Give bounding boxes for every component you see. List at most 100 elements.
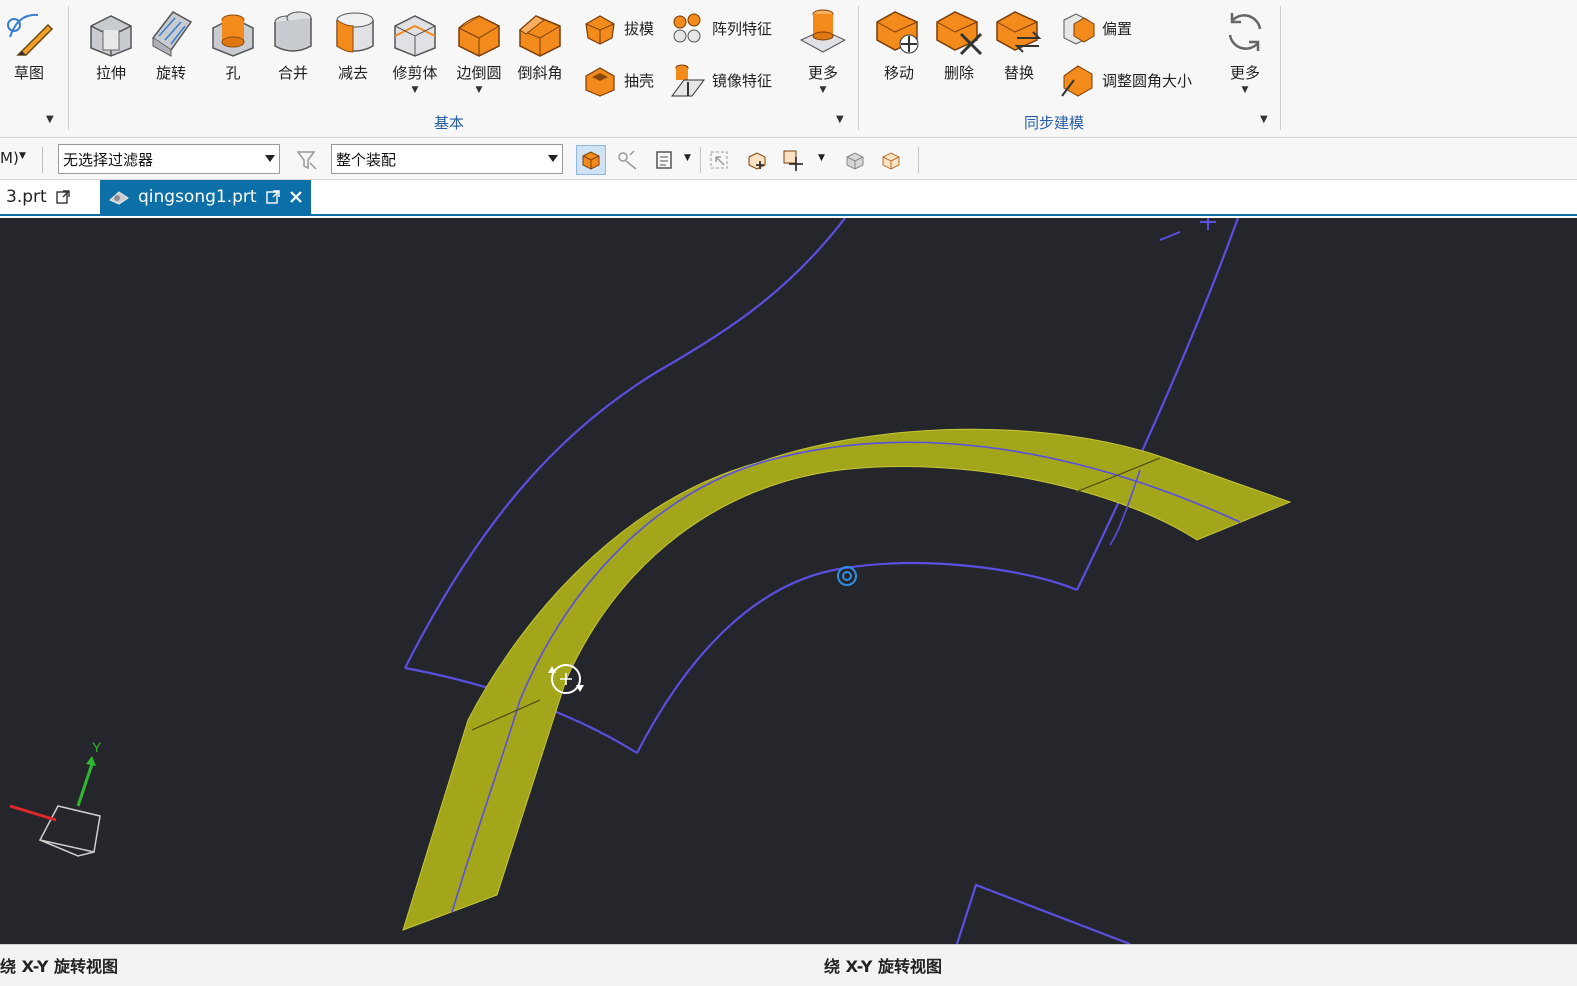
show-body-button[interactable] bbox=[840, 145, 870, 175]
close-icon[interactable] bbox=[289, 190, 303, 204]
divider bbox=[68, 6, 69, 130]
resize-blend-button[interactable]: 调整圆角大小 bbox=[1058, 60, 1192, 100]
subtract-button[interactable]: 减去 bbox=[326, 4, 380, 83]
unite-button[interactable]: 合并 bbox=[266, 4, 320, 83]
revolve-button[interactable]: 旋转 bbox=[144, 4, 198, 83]
status-bar: 绕 X-Y 旋转视图 绕 X-Y 旋转视图 bbox=[0, 944, 1577, 986]
unite-label: 合并 bbox=[277, 64, 308, 82]
offset-region-icon bbox=[1058, 8, 1098, 48]
filter-reset-button[interactable] bbox=[292, 145, 322, 175]
selection-bar: M) ▼ 无选择过滤器 整个装配 ▼ ▼ bbox=[0, 139, 1577, 180]
graphics-window[interactable]: Y bbox=[0, 218, 1577, 944]
hole-label: 孔 bbox=[225, 64, 241, 82]
draft-button[interactable]: 拔模 bbox=[580, 8, 654, 48]
divider bbox=[42, 147, 43, 173]
chevron-down-icon[interactable]: ▼ bbox=[412, 85, 419, 95]
chevron-down-icon bbox=[265, 155, 275, 162]
swept-surface[interactable] bbox=[402, 428, 1292, 931]
more-features-icon bbox=[796, 4, 850, 60]
delete-face-button[interactable]: 删除 bbox=[932, 4, 986, 83]
hide-body-button[interactable] bbox=[876, 145, 906, 175]
pattern-feature-icon bbox=[668, 8, 708, 48]
select-all-button[interactable] bbox=[704, 145, 734, 175]
tab-label: 3.prt bbox=[6, 187, 47, 207]
pattern-feature-label: 阵列特征 bbox=[712, 19, 773, 38]
point-marker[interactable] bbox=[837, 566, 857, 586]
bottom-partial-curve bbox=[955, 883, 1131, 944]
chevron-down-icon[interactable]: ▼ bbox=[19, 151, 26, 161]
add-component-icon bbox=[748, 152, 766, 170]
more-basic-button[interactable]: 更多 ▼ bbox=[796, 4, 850, 95]
draft-icon bbox=[580, 8, 620, 48]
nx-window: 草图 ▼ 拉伸 旋转 孔 合并 减去 修剪体 ▼ 边倒圆 ▼ 倒斜角 拔模 抽壳… bbox=[0, 0, 1577, 986]
tab-qingsong1-prt[interactable]: qingsong1.prt bbox=[100, 180, 311, 214]
mirror-feature-button[interactable]: 镜像特征 bbox=[668, 60, 772, 100]
revolve-icon bbox=[144, 4, 198, 60]
scope-value: 整个装配 bbox=[336, 151, 397, 169]
select-feature-button[interactable] bbox=[612, 145, 642, 175]
shell-button[interactable]: 抽壳 bbox=[580, 60, 654, 100]
tab-3-prt[interactable]: 3.prt bbox=[0, 180, 77, 214]
basic-group-label: 基本 bbox=[434, 114, 465, 132]
chevron-down-icon[interactable]: ▼ bbox=[820, 85, 827, 95]
more-sync-button[interactable]: 更多 ▼ bbox=[1218, 4, 1272, 95]
status-message: 绕 X-Y 旋转视图 bbox=[824, 957, 943, 976]
sketch-label: 草图 bbox=[13, 64, 44, 82]
sketch-group-more-icon[interactable]: ▼ bbox=[46, 114, 54, 125]
chevron-down-icon[interactable]: ▼ bbox=[684, 153, 691, 163]
tab-label: qingsong1.prt bbox=[138, 187, 257, 207]
unite-icon bbox=[266, 4, 320, 60]
resize-blend-icon bbox=[1058, 60, 1098, 100]
move-face-button[interactable]: 移动 bbox=[872, 4, 926, 83]
body-icon bbox=[846, 152, 864, 170]
add-component-button[interactable] bbox=[742, 145, 772, 175]
offset-region-button[interactable]: 偏置 bbox=[1058, 8, 1132, 48]
scope-dropdown[interactable]: 整个装配 bbox=[331, 144, 563, 174]
select-body-toggle[interactable] bbox=[576, 145, 606, 175]
extrude-label: 拉伸 bbox=[95, 64, 126, 82]
wire-body-icon bbox=[882, 152, 900, 170]
extrude-button[interactable]: 拉伸 bbox=[84, 4, 138, 83]
edge-blend-label: 边倒圆 bbox=[456, 64, 502, 82]
pattern-feature-button[interactable]: 阵列特征 bbox=[668, 8, 772, 48]
refresh-icon bbox=[1218, 4, 1272, 60]
axis-y-label: Y bbox=[92, 739, 102, 755]
popout-icon[interactable] bbox=[55, 189, 71, 205]
trim-body-button[interactable]: 修剪体 ▼ bbox=[388, 4, 442, 95]
chevron-down-icon[interactable]: ▼ bbox=[1242, 85, 1249, 95]
selection-filter-value: 无选择过滤器 bbox=[63, 151, 154, 169]
selection-filter-dropdown[interactable]: 无选择过滤器 bbox=[58, 144, 280, 174]
subtract-label: 减去 bbox=[337, 64, 368, 82]
basic-group-more-icon[interactable]: ▼ bbox=[836, 114, 844, 125]
hole-button[interactable]: 孔 bbox=[206, 4, 260, 83]
chamfer-button[interactable]: 倒斜角 bbox=[513, 4, 567, 83]
model-canvas[interactable]: Y bbox=[0, 218, 1577, 944]
edge-blend-button[interactable]: 边倒圆 ▼ bbox=[452, 4, 506, 95]
replace-face-button[interactable]: 替换 bbox=[992, 4, 1046, 83]
ribbon: 草图 ▼ 拉伸 旋转 孔 合并 减去 修剪体 ▼ 边倒圆 ▼ 倒斜角 拔模 抽壳… bbox=[0, 0, 1577, 138]
funnel-icon bbox=[296, 151, 317, 170]
trim-body-label: 修剪体 bbox=[392, 64, 438, 82]
shell-label: 抽壳 bbox=[624, 71, 655, 90]
part-file-icon bbox=[109, 191, 129, 205]
chevron-down-icon[interactable]: ▼ bbox=[818, 153, 825, 163]
snap-point-button[interactable] bbox=[778, 145, 808, 175]
view-triad bbox=[9, 756, 101, 857]
divider bbox=[700, 147, 701, 173]
divider bbox=[858, 6, 859, 130]
offset-region-label: 偏置 bbox=[1102, 19, 1133, 38]
mirror-feature-label: 镜像特征 bbox=[712, 71, 773, 90]
more-basic-label: 更多 bbox=[807, 64, 838, 82]
component-filter-button[interactable] bbox=[650, 145, 680, 175]
select-all-icon bbox=[710, 151, 728, 169]
shell-icon bbox=[580, 60, 620, 100]
subtract-icon bbox=[326, 4, 380, 60]
point-marker-inner bbox=[842, 571, 852, 581]
popout-icon[interactable] bbox=[265, 189, 281, 205]
sketch-button[interactable]: 草图 bbox=[2, 4, 56, 83]
menu-stub[interactable]: M) bbox=[0, 149, 19, 167]
draft-label: 拔模 bbox=[624, 19, 655, 38]
divider bbox=[1280, 6, 1281, 130]
chevron-down-icon[interactable]: ▼ bbox=[476, 85, 483, 95]
sync-group-more-icon[interactable]: ▼ bbox=[1260, 114, 1268, 125]
